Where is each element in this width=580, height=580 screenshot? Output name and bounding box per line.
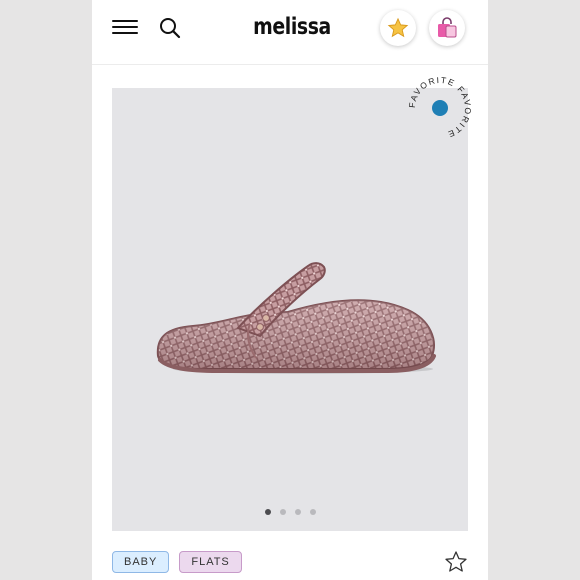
favorites-button[interactable] [380, 10, 416, 46]
brand-logo[interactable]: melissa [251, 14, 333, 40]
mobile-screen: melissa FAVORITE FAVORITE BABY FLATS [92, 0, 488, 580]
hamburger-menu-icon[interactable] [112, 16, 138, 38]
favorite-badge-dot [432, 100, 448, 116]
carousel-dot[interactable] [264, 509, 271, 515]
product-image-gallery[interactable] [112, 88, 468, 531]
tag-flats[interactable]: FLATS [179, 551, 242, 573]
product-image [138, 236, 448, 376]
background-left [0, 0, 92, 580]
favorite-badge[interactable]: FAVORITE FAVORITE [404, 72, 476, 144]
header-bar: melissa [92, 0, 488, 65]
carousel-dot[interactable] [279, 509, 286, 515]
search-icon[interactable] [158, 16, 182, 40]
background-right [488, 0, 580, 580]
star-icon [387, 17, 409, 38]
add-to-favorites-star-icon[interactable] [444, 550, 468, 574]
product-tags: BABY FLATS [112, 551, 242, 573]
shopping-bag-button[interactable] [429, 10, 465, 46]
shopping-bag-icon [438, 17, 457, 38]
carousel-dots [112, 509, 468, 515]
carousel-dot[interactable] [294, 509, 301, 515]
tag-baby[interactable]: BABY [112, 551, 170, 573]
carousel-dot[interactable] [309, 509, 316, 515]
